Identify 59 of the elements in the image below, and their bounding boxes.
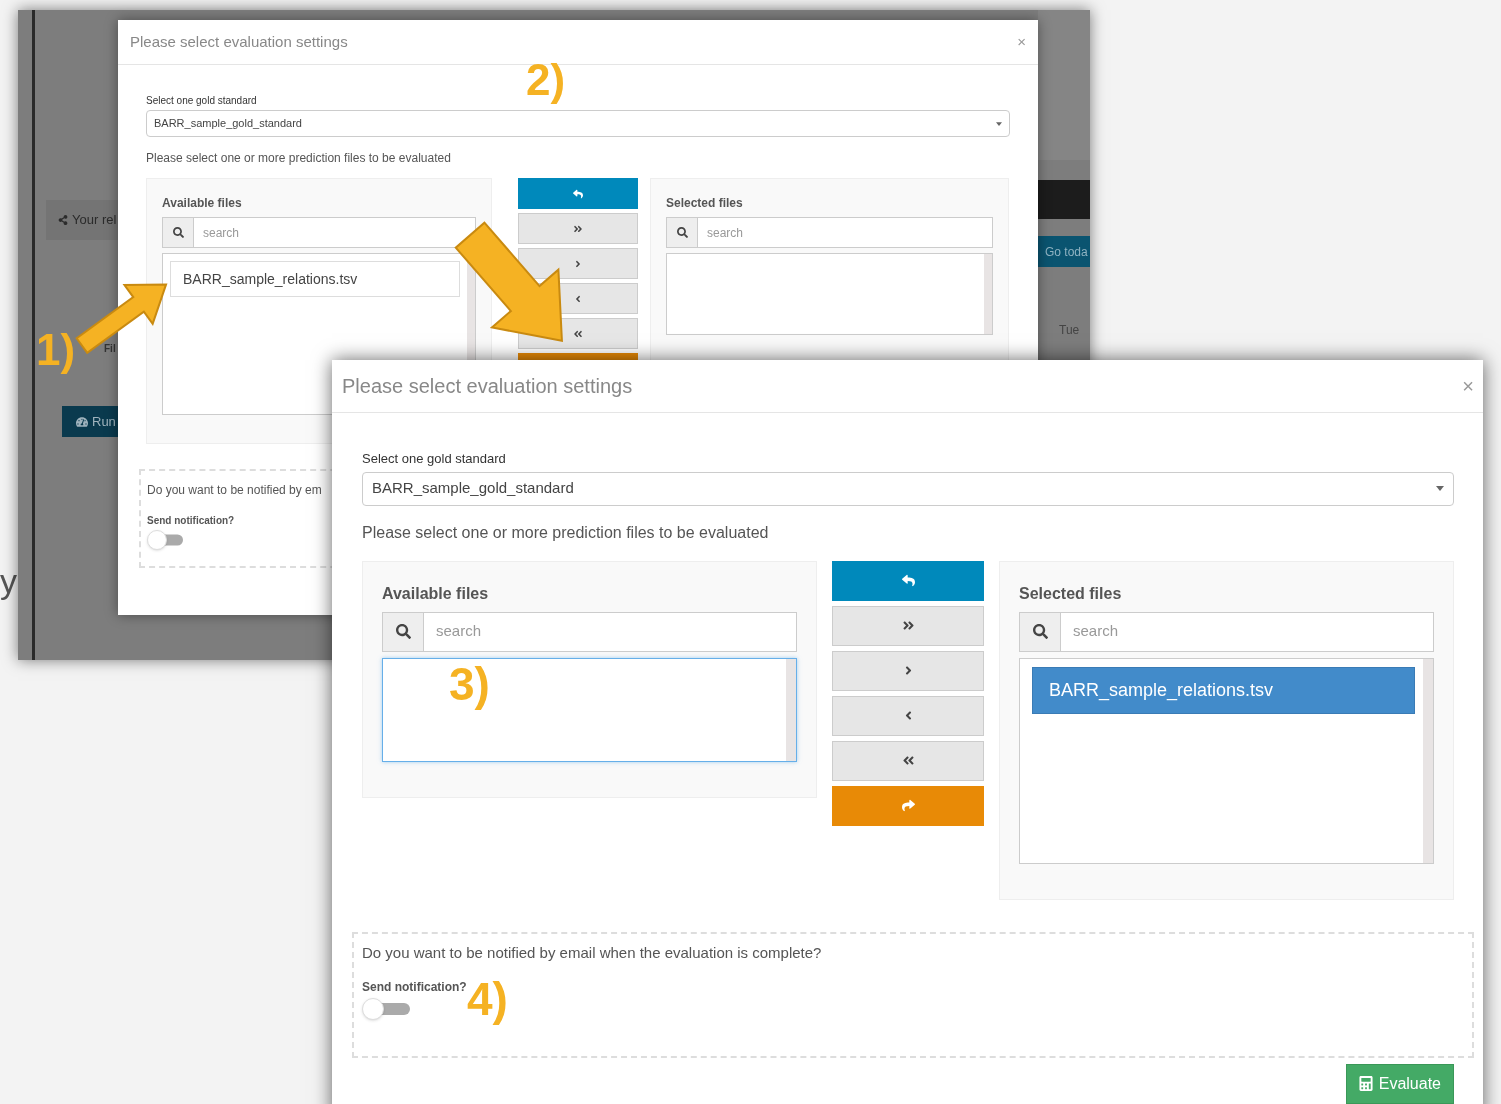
transfer-button[interactable] bbox=[832, 605, 984, 646]
dialog-title: Please select evaluation settings bbox=[130, 31, 348, 52]
notification-question: Do you want to be notified by email when the evaluation is complete? bbox=[362, 942, 823, 963]
close-button[interactable]: × bbox=[1462, 371, 1474, 401]
search-field[interactable]: search bbox=[194, 217, 476, 248]
double-chevron-left-icon bbox=[901, 754, 915, 767]
search-icon bbox=[395, 624, 411, 639]
transfer-button[interactable] bbox=[832, 560, 984, 601]
gauge-icon bbox=[76, 415, 88, 428]
file-list[interactable]: BARR_sample_relations.tsv bbox=[1019, 657, 1434, 864]
file-list-item[interactable]: BARR_sample_relations.tsv bbox=[1032, 666, 1415, 714]
panel-title: Selected files bbox=[1019, 583, 1123, 604]
reply-arrow-icon bbox=[573, 188, 583, 199]
standard-dropdown[interactable]: BARR_sample_gold_standard bbox=[146, 110, 1010, 137]
close-button[interactable]: × bbox=[1017, 30, 1026, 54]
evaluate-button[interactable]: Evaluate bbox=[1345, 1063, 1454, 1104]
search-field[interactable]: search bbox=[1061, 611, 1434, 652]
file-list-item[interactable]: BARR_sample_relations.tsv bbox=[170, 261, 460, 297]
panel-title: Selected files bbox=[666, 195, 744, 212]
panel-title: Available files bbox=[382, 583, 490, 604]
chevron-left-icon bbox=[573, 293, 583, 304]
double-chevron-left-icon bbox=[573, 328, 583, 339]
double-chevron-right-icon bbox=[901, 619, 915, 632]
transfer-button[interactable] bbox=[832, 650, 984, 691]
file-label: Fil bbox=[104, 342, 116, 356]
reply-arrow-icon bbox=[901, 574, 915, 587]
search-icon bbox=[676, 227, 688, 238]
chevron-right-icon bbox=[573, 258, 583, 269]
transfer-button[interactable] bbox=[832, 695, 984, 736]
standard-dropdown[interactable]: BARR_sample_gold_standard bbox=[362, 471, 1454, 506]
forward-arrow-icon bbox=[901, 799, 915, 812]
field-label: Select one gold standard bbox=[362, 450, 507, 468]
search-field[interactable]: search bbox=[424, 611, 797, 652]
calculator-icon bbox=[1358, 1076, 1373, 1091]
search-field[interactable]: search bbox=[698, 217, 993, 248]
notification-toggle[interactable] bbox=[362, 998, 410, 1020]
instruction-text: Please select one or more prediction files to be evaluated bbox=[146, 150, 452, 167]
field-label: Select one gold standard bbox=[146, 94, 258, 108]
switch-label: Send notification? bbox=[147, 514, 236, 528]
search-icon bbox=[1032, 624, 1048, 639]
caret-icon bbox=[996, 121, 1002, 126]
file-list[interactable] bbox=[666, 253, 993, 335]
weekday-label: Tue bbox=[1059, 322, 1080, 339]
transfer-button[interactable] bbox=[832, 740, 984, 781]
edge-text: y bbox=[0, 561, 17, 602]
double-chevron-right-icon bbox=[573, 223, 583, 234]
caret-icon bbox=[1436, 486, 1444, 491]
share-icon bbox=[58, 215, 68, 225]
notification-question: Do you want to be notified by em bbox=[147, 482, 322, 499]
switch-label: Send notification? bbox=[362, 979, 467, 996]
panel-title: Available files bbox=[162, 195, 243, 212]
transfer-button[interactable] bbox=[518, 248, 638, 279]
step-number: 1) bbox=[36, 328, 76, 372]
transfer-button[interactable] bbox=[832, 785, 984, 826]
notification-toggle[interactable] bbox=[147, 530, 183, 550]
file-list[interactable] bbox=[382, 657, 797, 762]
search-icon bbox=[172, 227, 184, 238]
instruction-text: Please select one or more prediction files to be evaluated bbox=[362, 522, 770, 543]
step-number: 2) bbox=[526, 58, 566, 102]
